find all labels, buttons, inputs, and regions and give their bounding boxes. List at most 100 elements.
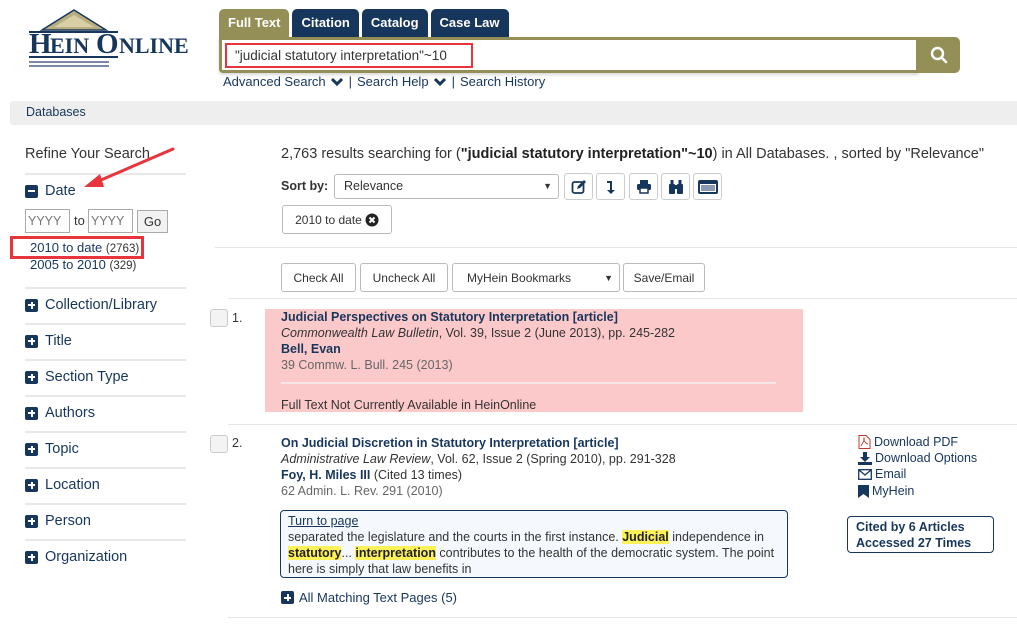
download-options-link[interactable]: Download Options [858,451,977,465]
divider [25,431,186,433]
dropdown-arrow-icon: ▼ [604,272,613,283]
sort-value: Relevance [344,179,404,193]
divider [25,467,186,469]
result-checkbox[interactable] [210,435,228,453]
print-icon [636,180,651,194]
chevron-down-icon[interactable] [433,77,447,87]
plus-square-icon [25,514,38,528]
search-box [219,37,919,73]
separator: | [348,74,353,89]
availability-notice: Full Text Not Currently Available in Hei… [281,398,537,412]
year-to-input[interactable] [88,209,133,233]
annotation-arrow-icon [84,147,175,187]
facet-topic[interactable]: Topic [25,441,79,457]
journal-details: , Vol. 62, Issue 2 (Spring 2010), pp. 29… [430,452,676,466]
annotation-highlight-box [10,236,144,259]
sort-select[interactable]: Relevance ▼ [334,174,559,199]
cited-by-count: Cited by 6 Articles [856,520,965,534]
facet-person[interactable]: Person [25,513,91,529]
binoculars-button[interactable] [661,173,690,200]
more-pages-label: All Matching Text Pages (5) [299,590,457,605]
divider [25,287,186,289]
snippet-text: separated the legislature and the courts… [288,530,623,544]
plus-square-icon [25,478,38,492]
result-title-link[interactable]: On Judicial Discretion in Statutory Inte… [281,436,619,450]
result-author: Foy, H. Miles III (Cited 13 times) [281,468,462,482]
search-history-link[interactable]: Search History [460,74,545,89]
myhein-link[interactable]: MyHein [858,484,914,498]
plus-square-icon [25,442,38,456]
myhein-bookmarks-select[interactable]: MyHein Bookmarks ▼ [452,263,620,292]
facet-label: Person [45,513,91,529]
uncheck-all-button[interactable]: Uncheck All [360,263,448,292]
print-button[interactable] [629,173,658,200]
download-button[interactable] [596,173,625,200]
plus-square-icon [281,591,294,604]
divider [228,298,1017,299]
edit-icon [571,179,586,194]
journal-details: , Vol. 39, Issue 2 (June 2013), pp. 245-… [438,326,675,340]
sort-label: Sort by: [281,179,329,193]
advanced-search-link[interactable]: Advanced Search [223,74,326,89]
result-author-link[interactable]: Foy, H. Miles III [281,468,370,482]
tab-full-text[interactable]: Full Text [219,9,290,37]
remove-filter-icon[interactable] [365,213,379,227]
snippet-text: ... [341,546,356,560]
facet-organization[interactable]: Organization [25,549,127,565]
date-option-2005-to-2010[interactable]: 2005 to 2010 (329) [30,257,136,272]
tab-case-law[interactable]: Case Law [430,9,509,37]
save-email-button[interactable]: Save/Email [623,263,705,292]
search-help-link[interactable]: Search Help [357,74,429,89]
go-button[interactable]: Go [137,210,168,233]
facet-collection-library[interactable]: Collection/Library [25,297,157,313]
facet-section-type[interactable]: Section Type [25,369,129,385]
facet-label: Authors [45,405,95,421]
to-label: to [74,213,85,228]
download-pdf-link[interactable]: Download PDF [858,435,958,449]
divider [25,503,186,505]
result-citation: 62 Admin. L. Rev. 291 (2010) [281,484,443,498]
facet-label: Date [45,183,76,199]
edit-button[interactable] [564,173,593,200]
search-type-tabs: Full Text Citation Catalog Case Law [219,9,509,37]
tab-catalog[interactable]: Catalog [361,9,428,37]
email-link[interactable]: Email [858,467,906,481]
chevron-down-icon[interactable] [330,77,344,87]
link-label: Download Options [875,451,978,465]
heinonline-logo[interactable]: H EIN O NLINE [26,8,206,70]
list-view-button[interactable] [693,173,722,200]
all-matching-pages-toggle[interactable]: All Matching Text Pages (5) [281,590,457,605]
facet-label: Section Type [45,369,129,385]
result-title-link[interactable]: Judicial Perspectives on Statutory Inter… [281,310,618,324]
tab-citation[interactable]: Citation [292,9,359,37]
list-view-icon [697,179,718,194]
link-label: MyHein [872,484,915,498]
minus-square-icon [25,184,38,198]
facet-date[interactable]: Date [25,183,76,199]
result-journal: Administrative Law Review, Vol. 62, Issu… [281,452,676,466]
facet-label: Location [45,477,100,493]
check-all-button[interactable]: Check All [281,263,356,292]
summary-prefix: 2,763 results searching for ( [281,146,461,162]
divider [228,617,1017,618]
turn-to-page-link[interactable]: Turn to page [288,514,358,528]
active-filter-chip[interactable]: 2010 to date [282,205,392,234]
separator: | [451,74,455,89]
result-author-link[interactable]: Bell, Evan [281,342,341,356]
facet-authors[interactable]: Authors [25,405,95,421]
snippet-highlight: interpretation [355,546,436,560]
link-label: Download PDF [874,435,959,449]
facet-location[interactable]: Location [25,477,100,493]
search-button[interactable] [918,37,960,73]
search-input[interactable] [225,43,473,68]
result-checkbox[interactable] [210,309,228,327]
result-number: 1. [232,311,243,325]
binoculars-icon [668,179,683,194]
year-from-input[interactable] [25,209,70,233]
divider [25,359,186,361]
magnifier-icon [930,46,948,64]
facet-title[interactable]: Title [25,333,72,349]
result-number: 2. [232,436,243,450]
breadcrumb-databases[interactable]: Databases [26,105,86,119]
citation-stats-box[interactable]: Cited by 6 Articles Accessed 27 Times [847,516,994,553]
